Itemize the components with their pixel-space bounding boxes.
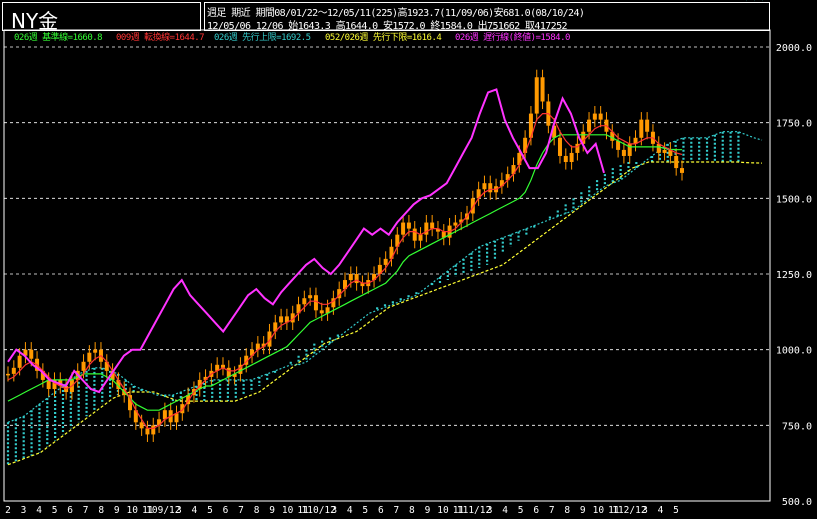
- candle-body: [592, 113, 597, 120]
- x-tick-label: 3: [331, 505, 337, 516]
- candle-body: [680, 168, 684, 173]
- x-tick-label: 7: [83, 505, 89, 516]
- candle-body: [482, 183, 487, 190]
- span-a-line: [7, 131, 763, 423]
- x-tick-label: 4: [502, 505, 508, 516]
- x-tick-label: 6: [67, 505, 73, 516]
- x-tick-label: 7: [394, 505, 400, 516]
- y-tick-label: 1750.0: [776, 119, 812, 130]
- x-tick-label: 7: [238, 505, 244, 516]
- x-tick-label: 8: [409, 505, 415, 516]
- candle-body: [279, 316, 284, 323]
- candle-body: [313, 295, 318, 311]
- x-tick-label: 10: [282, 505, 294, 516]
- candle-body: [139, 422, 144, 429]
- candle-body: [11, 367, 16, 374]
- y-tick-label: 1000.0: [776, 346, 812, 357]
- candle-body: [418, 234, 423, 241]
- candle-body: [348, 274, 353, 281]
- legend-span-a: 026週 先行上限=1692.5: [214, 33, 311, 43]
- x-tick-label: 10: [593, 505, 605, 516]
- candle-body: [87, 352, 92, 362]
- candle-body: [145, 428, 150, 435]
- legend-chikou: 026週 遅行線(終値)=1584.0: [455, 33, 570, 43]
- candle-body: [557, 137, 562, 156]
- chikou-line: [7, 88, 605, 394]
- span-b-line: [7, 161, 763, 466]
- x-tick-label: 10: [127, 505, 139, 516]
- legend-span-b: 052/026週 先行下限=1616.4: [325, 33, 442, 43]
- candle-body: [430, 222, 435, 229]
- candle-body: [563, 155, 568, 163]
- y-tick-label: 750.0: [782, 421, 812, 432]
- x-tick-label: 9: [580, 505, 586, 516]
- candle-body: [534, 77, 539, 114]
- x-tick-label: 8: [98, 505, 104, 516]
- candle-body: [302, 298, 307, 305]
- x-tick-label: 6: [378, 505, 384, 516]
- x-tick-label: 5: [52, 505, 58, 516]
- x-tick-label: 6: [533, 505, 539, 516]
- x-tick-label: 6: [223, 505, 229, 516]
- x-tick-label: 4: [658, 505, 664, 516]
- x-tick-label: 9: [114, 505, 120, 516]
- candle-body: [621, 149, 626, 156]
- x-tick-label: 8: [564, 505, 570, 516]
- x-tick-label: 7: [549, 505, 555, 516]
- x-tick-label: 9: [425, 505, 431, 516]
- x-tick-label: 10: [437, 505, 449, 516]
- x-tick-label: 5: [518, 505, 524, 516]
- y-tick-label: 500.0: [782, 497, 812, 508]
- candle-body: [639, 119, 644, 138]
- y-tick-label: 2000.0: [776, 43, 812, 54]
- candle-body: [674, 155, 679, 169]
- candle-body: [383, 258, 388, 265]
- x-tick-label: 8: [254, 505, 260, 516]
- x-tick-label: 2: [5, 505, 11, 516]
- candle-body: [151, 425, 156, 435]
- candle-body: [645, 119, 650, 132]
- ichimoku-chart: 2000.0 1750.0 1500.0 1250.0 1000.0 750.0 500.0…: [3, 29, 812, 516]
- x-tick-label: 3: [176, 505, 182, 516]
- x-tick-label: 9: [269, 505, 275, 516]
- candle-body: [6, 373, 10, 376]
- candle-body: [587, 119, 592, 132]
- candle-body: [81, 361, 86, 371]
- legend-kijun: 026週 基準線=1660.8: [14, 33, 103, 43]
- candle-body: [453, 222, 458, 226]
- x-tick-label: 4: [36, 505, 42, 516]
- candle-body: [598, 113, 603, 120]
- candle-body: [93, 349, 98, 353]
- x-tick-label: 3: [487, 505, 493, 516]
- x-tick-label: 5: [673, 505, 679, 516]
- tenkan-line: [7, 112, 683, 429]
- candle-body: [29, 349, 34, 359]
- x-tick-label: 4: [347, 505, 353, 516]
- legend-tenkan: 009週 転換線=1644.7: [116, 33, 205, 43]
- x-tick-label: 5: [207, 505, 213, 516]
- candle-body: [569, 152, 574, 163]
- candle-body: [319, 310, 324, 314]
- candle-body: [406, 222, 411, 229]
- x-tick-label: 3: [642, 505, 648, 516]
- y-tick-label: 1250.0: [776, 270, 812, 281]
- candle-body: [540, 77, 545, 102]
- x-tick-label: 4: [192, 505, 198, 516]
- candle-body: [401, 222, 406, 235]
- candle-body: [412, 228, 417, 241]
- y-tick-label: 1500.0: [776, 194, 812, 205]
- candle-body: [308, 295, 313, 299]
- x-tick-label: 3: [21, 505, 27, 516]
- candle-body: [354, 274, 359, 284]
- x-tick-label: 5: [362, 505, 368, 516]
- candle-body: [488, 183, 493, 193]
- candle-body: [17, 355, 22, 368]
- candle-body: [662, 149, 667, 153]
